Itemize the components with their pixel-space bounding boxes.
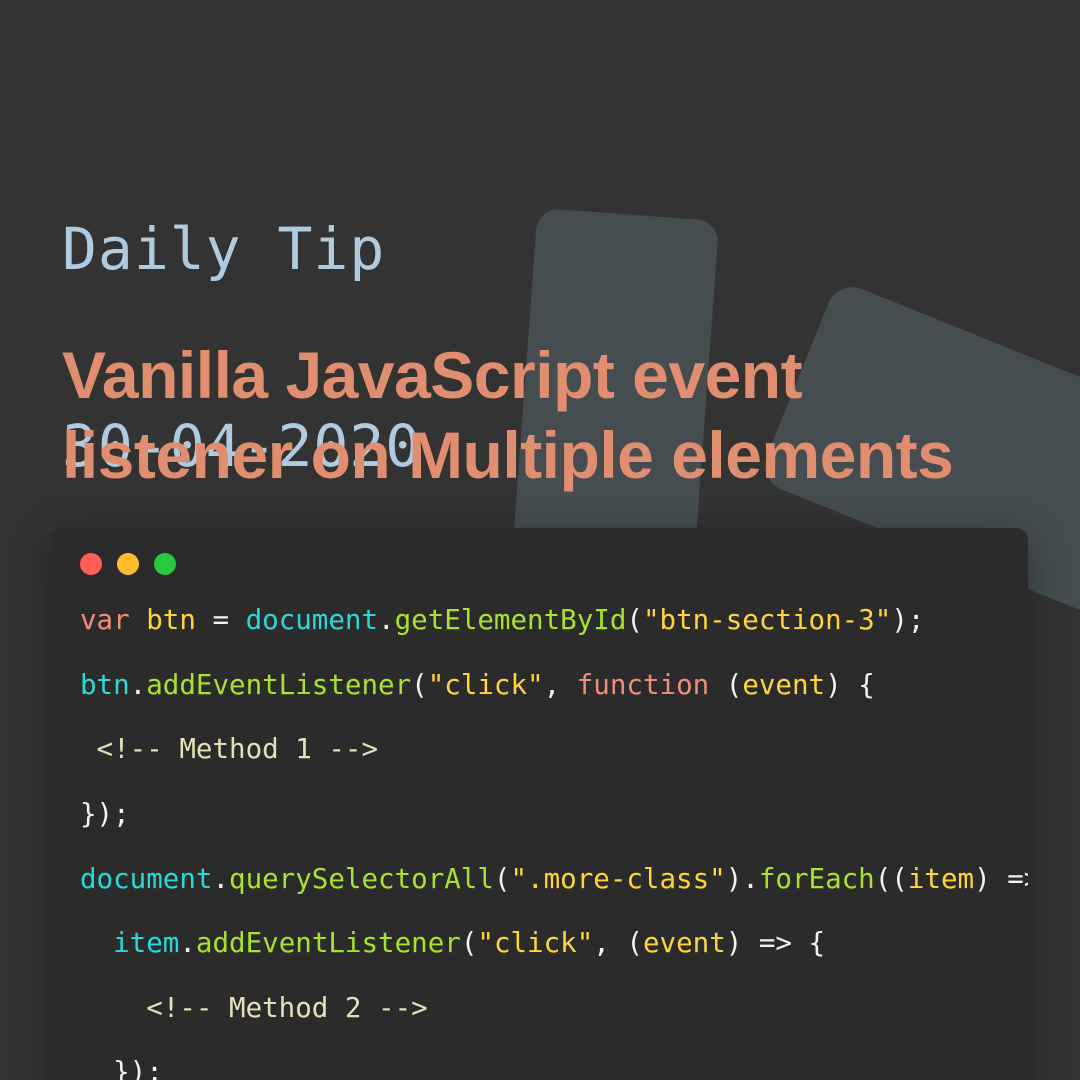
page-title: Vanilla JavaScript event listener on Mul… (62, 338, 954, 493)
code-token: ) => { (974, 862, 1028, 895)
code-token: ) { (825, 668, 875, 701)
maximize-icon[interactable] (154, 553, 176, 575)
code-token: ( (411, 668, 428, 701)
code-token: btn (146, 604, 196, 636)
minimize-icon[interactable] (117, 553, 139, 575)
code-token: (( (874, 862, 908, 895)
slide-canvas: Daily Tip 30-04-2020 Vanilla JavaScript … (0, 0, 1080, 1080)
code-token: ".more-class" (510, 862, 726, 895)
code-line: <!-- Method 2 --> (80, 992, 1028, 1024)
code-line: <!-- Method 1 --> (80, 733, 1028, 765)
code-token: btn (80, 668, 130, 701)
code-token: . (179, 927, 196, 960)
code-snippet: var btn = document.getElementById("btn-s… (52, 604, 1028, 1080)
code-token: getElementById (394, 604, 627, 636)
code-token: }); (80, 1056, 163, 1080)
code-token: var (80, 604, 130, 636)
code-token: . (378, 604, 395, 636)
code-token: }); (80, 797, 130, 830)
code-token: ( (709, 668, 743, 701)
code-token: ( (493, 862, 511, 895)
code-line: document.querySelectorAll(".more-class")… (80, 863, 1028, 895)
tip-label: Daily Tip (62, 215, 386, 284)
code-token: ). (725, 862, 759, 895)
code-token: , ( (593, 927, 643, 960)
code-token: addEventListener (195, 927, 461, 960)
code-line: btn.addEventListener("click", function (… (80, 669, 1028, 701)
code-token: <!-- Method 1 --> (80, 733, 379, 766)
code-token: item (907, 862, 975, 895)
code-token: document (245, 604, 379, 636)
code-token: "btn-section-3" (642, 604, 892, 636)
close-icon[interactable] (80, 553, 102, 575)
code-line: }); (80, 1056, 1028, 1080)
code-token: "click" (477, 927, 594, 960)
code-token: item (113, 927, 180, 960)
code-token: , (543, 668, 577, 701)
code-window: var btn = document.getElementById("btn-s… (52, 528, 1028, 1080)
code-token: ) => { (725, 927, 826, 960)
code-token: ( (460, 927, 478, 960)
code-line: }); (80, 798, 1028, 830)
code-line: item.addEventListener("click", (event) =… (80, 927, 1028, 959)
code-token: event (742, 668, 826, 701)
code-token: document (80, 862, 213, 895)
code-token: querySelectorAll (229, 862, 494, 895)
code-token: . (129, 668, 147, 701)
code-token: <!-- Method 2 --> (80, 991, 428, 1024)
code-token: forEach (758, 862, 875, 895)
code-window-titlebar (52, 528, 1028, 575)
code-line: var btn = document.getElementById("btn-s… (80, 604, 1028, 636)
code-token: addEventListener (146, 668, 412, 701)
code-token: = (195, 604, 246, 636)
code-token: "click" (427, 668, 544, 701)
code-token: ); (891, 604, 925, 636)
code-token: event (642, 927, 726, 960)
code-token: . (212, 862, 230, 895)
code-token: ( (626, 604, 643, 636)
code-token: function (576, 668, 710, 701)
